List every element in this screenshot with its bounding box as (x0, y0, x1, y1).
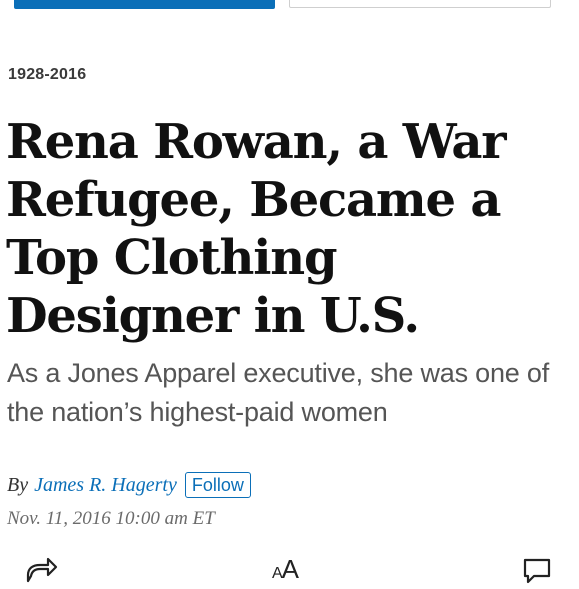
article-dek: As a Jones Apparel executive, she was on… (7, 358, 550, 427)
follow-button[interactable]: Follow (184, 472, 251, 498)
author-link[interactable]: James R. Hagerty (34, 474, 177, 497)
top-tab-inactive[interactable] (289, 0, 551, 8)
top-tab-active[interactable] (14, 0, 275, 9)
byline-prefix: By (7, 473, 29, 496)
article-kicker: 1928-2016 (8, 66, 87, 83)
top-tab-bar (0, 0, 579, 12)
article-timestamp: Nov. 11, 2016 10:00 am ET (7, 508, 215, 529)
byline: By James R. Hagerty Follow (7, 472, 251, 498)
article-headline: Rena Rowan, a War Refugee, Became a Top … (6, 114, 507, 344)
article-toolbar: AA (0, 548, 579, 584)
